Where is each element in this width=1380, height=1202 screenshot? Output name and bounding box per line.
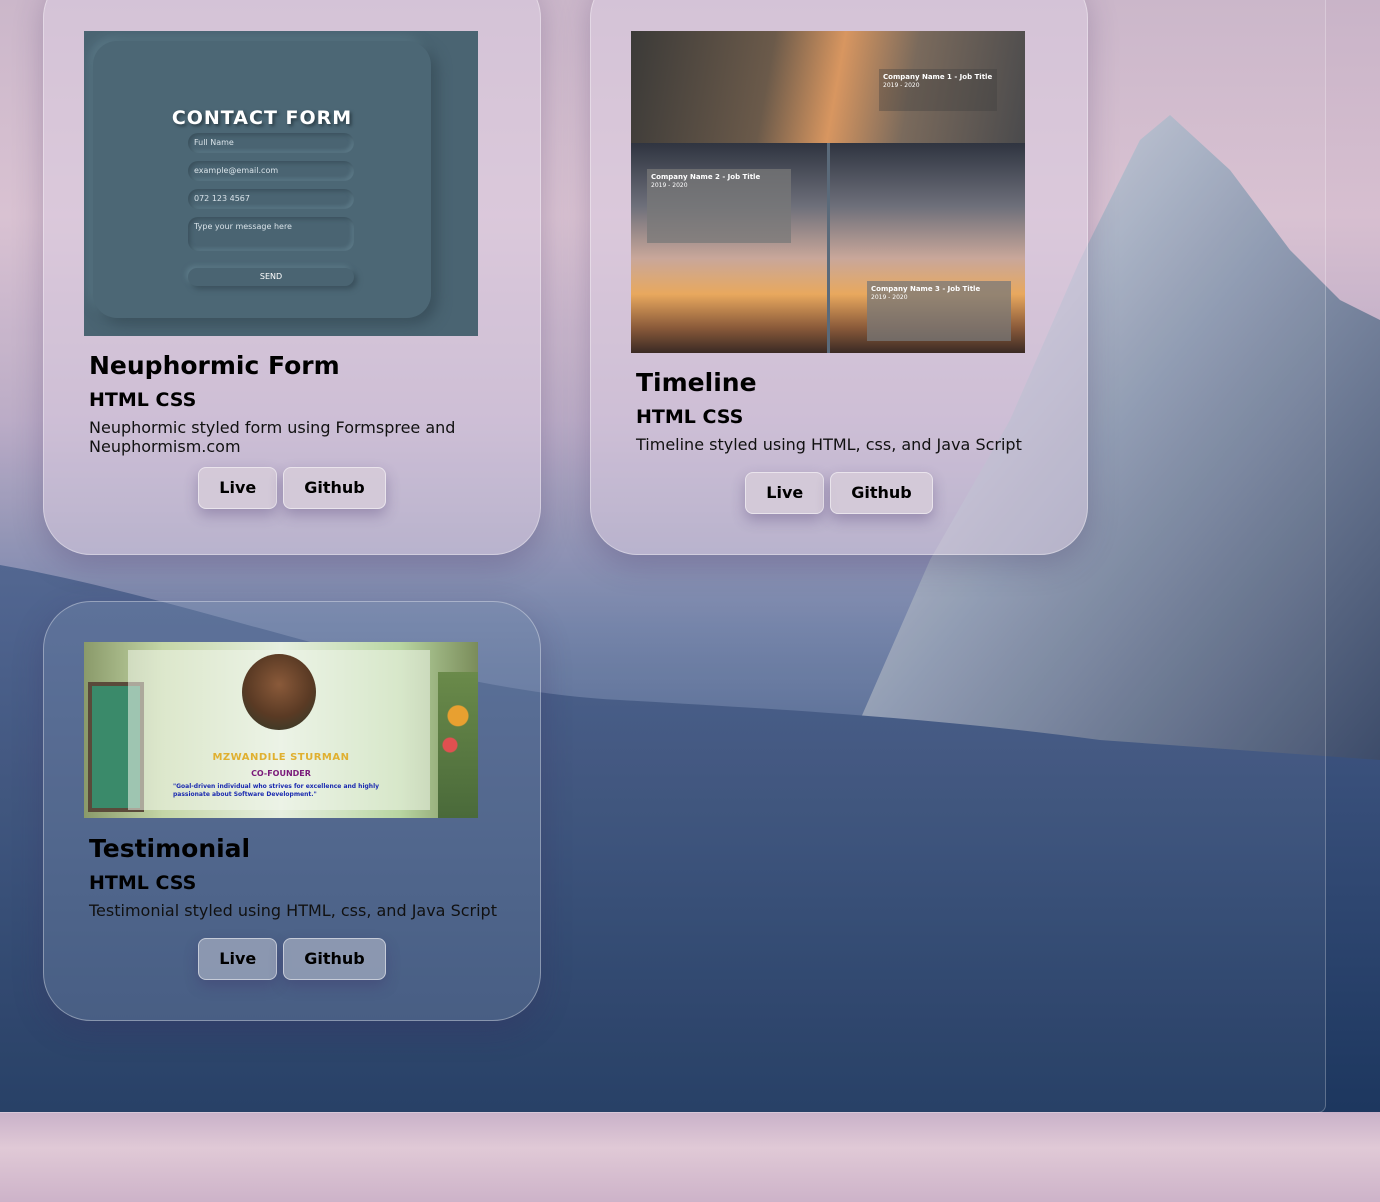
github-button[interactable]: Github xyxy=(283,938,386,980)
timeline-entry-title: Company Name 3 - Job Title xyxy=(871,285,981,293)
preview-email-field: example@email.com xyxy=(188,161,354,181)
timeline-entry: Company Name 2 - Job Title 2019 - 2020 xyxy=(647,169,791,243)
testimonial-quote: "Goal-driven individual who strives for … xyxy=(173,783,380,798)
github-button[interactable]: Github xyxy=(283,467,386,509)
project-tech: HTML CSS xyxy=(89,389,197,411)
project-title: Neuphormic Form xyxy=(89,351,340,380)
timeline-entry-title: Company Name 1 - Job Title xyxy=(883,73,993,81)
project-preview-image: CONTACT FORM Full Name example@email.com… xyxy=(84,31,478,336)
avatar xyxy=(242,654,316,730)
timeline-entry-years: 2019 - 2020 xyxy=(651,182,688,189)
preview-message-field: Type your message here xyxy=(188,217,354,251)
project-description: Neuphormic styled form using Formspree a… xyxy=(89,418,456,456)
github-button[interactable]: Github xyxy=(830,472,933,514)
project-preview-image: MZWANDILE STURMAN CO-FOUNDER "Goal-drive… xyxy=(84,642,478,818)
testimonial-name: MZWANDILE STURMAN xyxy=(212,752,350,763)
project-description: Testimonial styled using HTML, css, and … xyxy=(89,901,497,920)
flowers-photo xyxy=(438,672,478,818)
project-title: Testimonial xyxy=(89,834,251,863)
live-button[interactable]: Live xyxy=(198,467,278,509)
timeline-entry: Company Name 3 - Job Title 2019 - 2020 xyxy=(867,281,1011,341)
live-button[interactable]: Live xyxy=(198,938,278,980)
project-card-timeline: Company Name 1 - Job Title 2019 - 2020 C… xyxy=(590,0,1088,555)
testimonial-role: CO-FOUNDER xyxy=(251,769,311,778)
project-description: Timeline styled using HTML, css, and Jav… xyxy=(636,435,1022,454)
timeline-entry-title: Company Name 2 - Job Title xyxy=(651,173,761,181)
contact-form-heading: CONTACT FORM xyxy=(171,107,353,129)
contact-form-preview: CONTACT FORM Full Name example@email.com… xyxy=(93,41,431,318)
project-buttons: Live Github xyxy=(44,467,540,509)
project-card-testimonial: MZWANDILE STURMAN CO-FOUNDER "Goal-drive… xyxy=(43,601,541,1021)
project-preview-image: Company Name 1 - Job Title 2019 - 2020 C… xyxy=(631,31,1025,353)
preview-name-field: Full Name xyxy=(188,133,354,153)
project-buttons: Live Github xyxy=(591,472,1087,514)
timeline-entry-years: 2019 - 2020 xyxy=(883,82,920,89)
project-tech: HTML CSS xyxy=(89,872,197,894)
preview-phone-field: 072 123 4567 xyxy=(188,189,354,209)
timeline-line xyxy=(827,143,830,353)
timeline-entry: Company Name 1 - Job Title 2019 - 2020 xyxy=(879,69,997,111)
project-tech: HTML CSS xyxy=(636,406,744,428)
timeline-entry-years: 2019 - 2020 xyxy=(871,294,908,301)
bottom-sky-strip xyxy=(0,1112,1380,1202)
project-title: Timeline xyxy=(636,368,757,397)
preview-send-button: SEND xyxy=(188,268,354,286)
live-button[interactable]: Live xyxy=(745,472,825,514)
project-card-neuphormic-form: CONTACT FORM Full Name example@email.com… xyxy=(43,0,541,555)
project-buttons: Live Github xyxy=(44,938,540,980)
